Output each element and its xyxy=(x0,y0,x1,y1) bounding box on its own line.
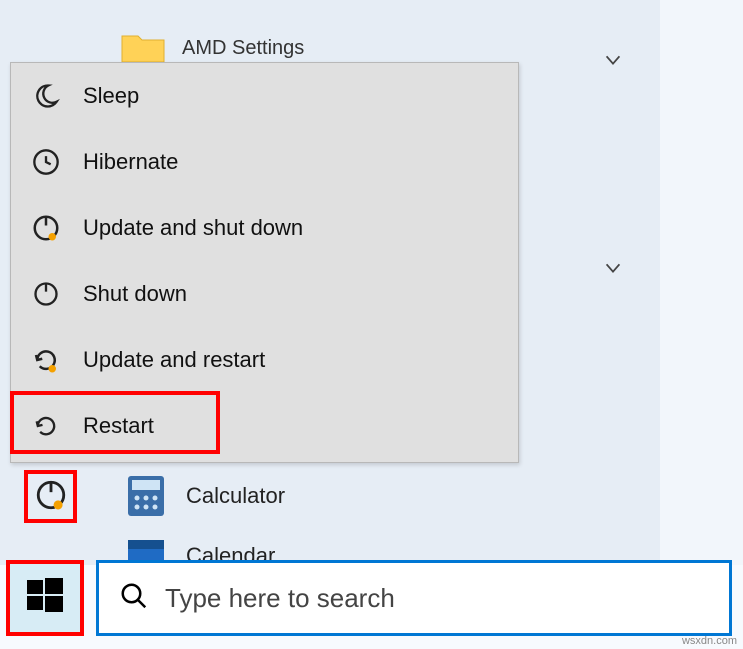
menu-item-label: Restart xyxy=(83,413,154,439)
power-update-icon xyxy=(31,213,61,243)
app-list-item-calculator[interactable]: Calculator xyxy=(124,474,285,518)
menu-item-label: Shut down xyxy=(83,281,187,307)
power-menu-hibernate[interactable]: Hibernate xyxy=(11,129,518,195)
windows-logo-icon xyxy=(25,576,65,621)
chevron-down-icon[interactable] xyxy=(602,257,624,285)
taskbar-search-box[interactable] xyxy=(96,560,732,636)
restart-update-icon xyxy=(31,345,61,375)
chevron-down-icon[interactable] xyxy=(602,49,624,77)
power-menu-restart[interactable]: Restart xyxy=(11,393,518,459)
power-menu-sleep[interactable]: Sleep xyxy=(11,63,518,129)
app-list-folder-row[interactable]: AMD Settings xyxy=(120,30,304,66)
menu-item-label: Update and shut down xyxy=(83,215,303,241)
folder-label: AMD Settings xyxy=(182,37,304,60)
menu-item-label: Hibernate xyxy=(83,149,178,175)
clock-icon xyxy=(31,147,61,177)
search-input[interactable] xyxy=(165,583,729,614)
power-menu-shutdown[interactable]: Shut down xyxy=(11,261,518,327)
app-label: Calculator xyxy=(186,483,285,509)
moon-icon xyxy=(31,81,61,111)
power-menu-update-shutdown[interactable]: Update and shut down xyxy=(11,195,518,261)
start-button[interactable] xyxy=(6,560,84,636)
restart-icon xyxy=(31,411,61,441)
start-menu-power-button[interactable] xyxy=(34,478,68,512)
menu-item-label: Sleep xyxy=(83,83,139,109)
power-options-menu: Sleep Hibernate Update and shut down Shu… xyxy=(10,62,519,463)
calculator-icon xyxy=(124,474,168,518)
folder-icon xyxy=(120,30,166,66)
power-menu-update-restart[interactable]: Update and restart xyxy=(11,327,518,393)
watermark-text: wsxdn.com xyxy=(682,635,737,647)
search-icon xyxy=(119,581,149,616)
menu-item-label: Update and restart xyxy=(83,347,265,373)
power-icon xyxy=(31,279,61,309)
